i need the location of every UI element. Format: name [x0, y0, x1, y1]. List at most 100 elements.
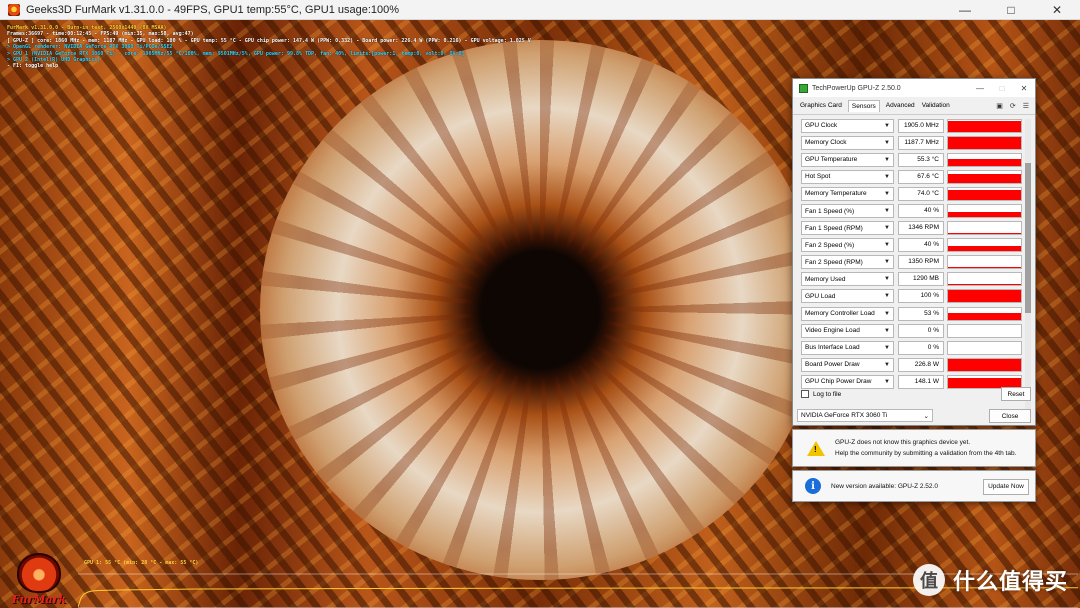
gpuz-titlebar[interactable]: TechPowerUp GPU-Z 2.50.0 — □ ✕: [793, 79, 1035, 97]
menu-icon[interactable]: ☰: [1023, 102, 1029, 110]
furry-donut-streaks: [260, 40, 820, 580]
sensor-name-dropdown[interactable]: GPU Load ▼: [801, 289, 894, 304]
watermark-text: 什么值得买: [952, 569, 1068, 594]
furmark-logo-face: [17, 553, 61, 593]
sensor-list: GPU Clock ▼ 1905.0 MHz Memory Clock ▼ 1187.7 …: [801, 117, 1027, 391]
sensor-name-dropdown[interactable]: Bus Interface Load ▼: [801, 340, 894, 355]
sensor-value: 0 %: [898, 323, 944, 338]
dropdown-arrow-icon: ▼: [884, 225, 890, 232]
dropdown-arrow-icon: ▼: [884, 242, 890, 249]
update-now-button[interactable]: Update Now: [983, 479, 1029, 495]
update-notification: i New version available: GPU-Z 2.52.0 Up…: [792, 470, 1036, 502]
sensor-graph: [947, 323, 1022, 338]
sensor-graph: [947, 357, 1022, 372]
sensor-value: 0 %: [898, 340, 944, 355]
sensor-name-dropdown[interactable]: Memory Controller Load ▼: [801, 306, 894, 321]
sensor-row: Hot Spot ▼ 67.6 °C: [801, 168, 1027, 185]
tab-validation[interactable]: Validation: [921, 100, 951, 111]
sensor-name-dropdown[interactable]: Video Engine Load ▼: [801, 323, 894, 338]
sensor-name: Fan 2 Speed (%): [805, 241, 855, 249]
sensor-row: GPU Clock ▼ 1905.0 MHz: [801, 117, 1027, 134]
sensor-row: Board Power Draw ▼ 226.8 W: [801, 356, 1027, 373]
gpuz-tabbar: Graphics Card Sensors Advanced Validatio…: [793, 97, 1035, 115]
sensor-value: 74.0 °C: [898, 186, 944, 201]
sensor-name-dropdown[interactable]: Fan 2 Speed (RPM) ▼: [801, 255, 894, 270]
sensor-name-dropdown[interactable]: GPU Chip Power Draw ▼: [801, 374, 894, 389]
dropdown-arrow-icon: ▼: [884, 139, 890, 146]
screenshot-icon[interactable]: ▣: [996, 102, 1003, 110]
hud-line: - F1: toggle help: [7, 63, 59, 70]
sensor-name-dropdown[interactable]: Board Power Draw ▼: [801, 357, 894, 372]
furmark-logo-text: FurMark: [11, 593, 67, 606]
sensor-name: Memory Controller Load: [805, 310, 875, 318]
sensor-row: Memory Temperature ▼ 74.0 °C: [801, 185, 1027, 202]
sensor-graph: [947, 186, 1022, 201]
sensor-graph: [947, 118, 1022, 133]
sensor-graph: [947, 152, 1022, 167]
sensor-graph-fill: [948, 174, 1021, 183]
tab-sensors[interactable]: Sensors: [847, 99, 880, 112]
gpuz-window-title: TechPowerUp GPU-Z 2.50.0: [812, 84, 901, 92]
sensor-value: 1290 MB: [898, 272, 944, 287]
sensor-name: Board Power Draw: [805, 361, 860, 369]
sensor-row: Fan 2 Speed (%) ▼ 40 %: [801, 237, 1027, 254]
sensor-row: Fan 2 Speed (RPM) ▼ 1350 RPM: [801, 254, 1027, 271]
sensor-name-dropdown[interactable]: GPU Temperature ▼: [801, 152, 894, 167]
sensor-value: 1187.7 MHz: [898, 135, 944, 150]
sensor-value: 226.8 W: [898, 357, 944, 372]
sensor-name-dropdown[interactable]: Hot Spot ▼: [801, 169, 894, 184]
gpuz-close-icon[interactable]: ✕: [1013, 84, 1035, 93]
sensor-value: 1350 RPM: [898, 255, 944, 270]
sensor-name-dropdown[interactable]: GPU Clock ▼: [801, 118, 894, 133]
dropdown-arrow-icon: ▼: [884, 361, 890, 368]
gpuz-maximize-icon[interactable]: □: [991, 84, 1013, 93]
update-text: New version available: GPU-Z 2.52.0: [831, 482, 938, 490]
tab-graphics-card[interactable]: Graphics Card: [799, 100, 843, 111]
log-to-file-checkbox[interactable]: [801, 390, 809, 398]
tab-advanced[interactable]: Advanced: [885, 100, 916, 111]
sensor-name: Memory Clock: [805, 139, 847, 147]
furmark-titlebar[interactable]: Geeks3D FurMark v1.31.0.0 - 49FPS, GPU1 …: [0, 0, 1080, 20]
maximize-icon[interactable]: □: [988, 0, 1034, 20]
sensor-row: Memory Controller Load ▼ 53 %: [801, 305, 1027, 322]
sensor-graph: [947, 221, 1022, 236]
sensor-value: 1905.0 MHz: [898, 118, 944, 133]
furmark-logo: FurMark: [4, 542, 74, 606]
sensor-name-dropdown[interactable]: Fan 2 Speed (%) ▼: [801, 238, 894, 253]
dropdown-arrow-icon: ▼: [884, 276, 890, 283]
refresh-icon[interactable]: ⟳: [1010, 102, 1016, 110]
dropdown-arrow-icon: ▼: [884, 173, 890, 180]
sensor-name-dropdown[interactable]: Fan 1 Speed (RPM) ▼: [801, 221, 894, 236]
site-watermark: 值 什么值得买: [912, 564, 1068, 596]
scrollbar-thumb[interactable]: [1025, 163, 1031, 313]
sensor-scrollbar[interactable]: [1025, 119, 1031, 419]
sensor-row: Fan 1 Speed (%) ▼ 40 %: [801, 202, 1027, 219]
warning-icon: !: [807, 440, 825, 456]
dropdown-arrow-icon: ▼: [884, 190, 890, 197]
dropdown-arrow-icon: ▼: [884, 327, 890, 334]
sensor-graph-fill: [948, 267, 1021, 269]
furmark-app-icon: [8, 3, 20, 16]
sensor-row: GPU Temperature ▼ 55.3 °C: [801, 151, 1027, 168]
sensor-name-dropdown[interactable]: Memory Temperature ▼: [801, 186, 894, 201]
dropdown-arrow-icon: ▼: [884, 208, 890, 215]
sensor-name-dropdown[interactable]: Memory Used ▼: [801, 272, 894, 287]
close-button[interactable]: Close: [989, 409, 1031, 423]
gpu-select-dropdown[interactable]: NVIDIA GeForce RTX 3060 Ti ⌄: [797, 409, 933, 422]
close-icon[interactable]: ✕: [1034, 0, 1080, 20]
sensor-graph: [947, 169, 1022, 184]
sensor-graph-fill: [948, 190, 1021, 200]
sensor-value: 67.6 °C: [898, 169, 944, 184]
dropdown-arrow-icon: ▼: [884, 156, 890, 163]
sensor-value: 100 %: [898, 289, 944, 304]
unknown-device-line2: Help the community by submitting a valid…: [835, 450, 1017, 457]
sensor-name-dropdown[interactable]: Fan 1 Speed (%) ▼: [801, 204, 894, 219]
sensor-name-dropdown[interactable]: Memory Clock ▼: [801, 135, 894, 150]
reset-button[interactable]: Reset: [1001, 387, 1031, 401]
gpuz-minimize-icon[interactable]: —: [969, 84, 991, 93]
log-to-file-label: Log to file: [813, 390, 842, 398]
minimize-icon[interactable]: —: [942, 0, 988, 20]
sensor-graph: [947, 272, 1022, 287]
sensor-value: 40 %: [898, 204, 944, 219]
sensor-row: Memory Clock ▼ 1187.7 MHz: [801, 134, 1027, 151]
